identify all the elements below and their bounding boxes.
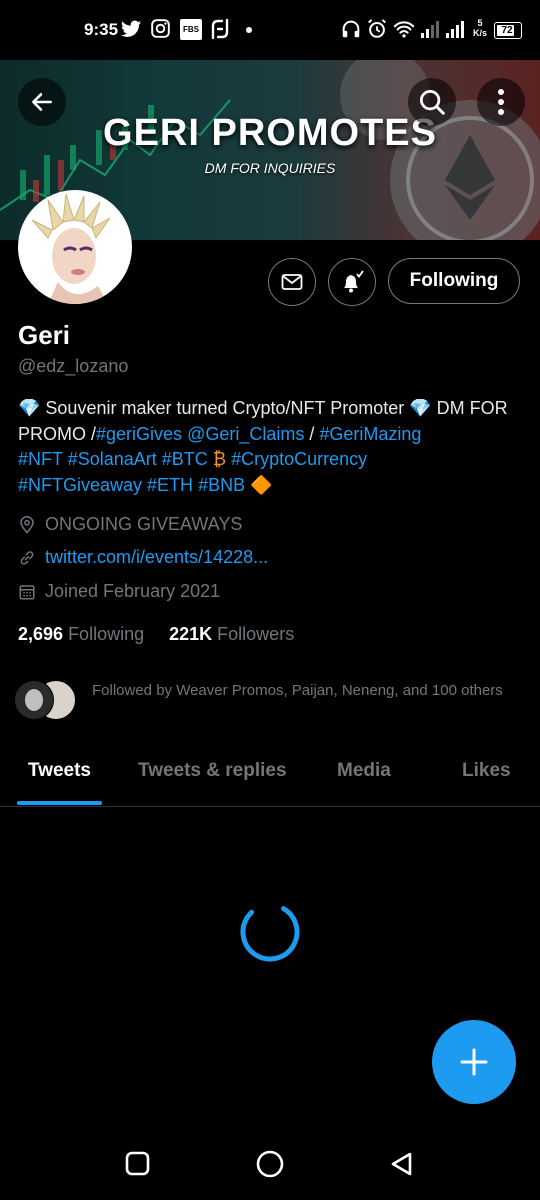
home-icon[interactable] [255,1149,285,1179]
bio-text: ₿ [207,449,232,469]
calendar-icon [19,584,35,599]
follow-counts: 2,696 Following 221K Followers [18,624,294,645]
notifications-button[interactable] [328,258,376,306]
recent-apps-icon[interactable] [124,1150,152,1178]
wifi-icon [393,21,415,38]
battery-level: 72 [501,25,513,36]
search-icon [420,90,445,115]
system-navigation-bar [0,1120,540,1200]
following-count: 2,696 [18,624,64,644]
following-label: Following [68,624,145,644]
signal-icon-1 [421,21,439,38]
battery-icon: 72 [494,22,522,39]
active-tab-indicator [17,801,102,805]
back-arrow-icon [32,93,52,111]
followers-label: Followers [217,624,295,644]
back-button[interactable] [18,78,66,126]
bio-hashtag-link[interactable]: #CryptoCurrency [231,449,367,469]
bio-text: 🔶 [245,474,273,495]
bio-hashtag-link[interactable]: #geriGives [96,424,182,444]
bell-subscribed-icon [344,270,364,293]
more-vertical-icon [498,89,504,115]
notification-dot-icon [246,27,252,33]
profile-bio: 💎 Souvenir maker turned Crypto/NFT Promo… [18,396,523,498]
back-nav-icon[interactable] [388,1150,416,1178]
plus-icon [460,1048,488,1076]
bio-hashtag-link[interactable]: #SolanaArt [68,449,157,469]
followed-by-text[interactable]: Followed by Weaver Promos, Paijan, Nenen… [92,680,512,702]
followers-count: 221K [169,624,213,644]
tab-likes[interactable]: Likes [462,760,511,782]
headphones-icon [342,20,360,38]
joined-text: Joined February 2021 [45,581,221,601]
search-button[interactable] [408,78,456,126]
following-link[interactable]: 2,696 Following [18,624,144,644]
tab-tweets[interactable]: Tweets [28,760,91,782]
network-speed: 5 K/s [472,18,487,38]
bio-hashtag-link[interactable]: #BTC [162,449,208,469]
link-icon [20,550,34,565]
tab-tweets-replies[interactable]: Tweets & replies [138,760,287,782]
instagram-icon [151,19,170,38]
status-time: 9:35 [84,20,119,39]
tab-media[interactable]: Media [337,760,391,782]
compose-tweet-button[interactable] [432,1020,516,1104]
location-row: ONGOING GIVEAWAYS [18,514,242,535]
bio-hashtag-link[interactable]: #BNB [198,475,245,495]
followers-link[interactable]: 221K Followers [169,624,294,644]
banner-subtitle: DM FOR INQUIRIES [204,160,336,176]
website-row: twitter.com/i/events/14228... [18,547,268,568]
bio-mention-link[interactable]: @Geri_Claims [187,424,304,444]
location-pin-icon [20,515,34,534]
bio-hashtag-link[interactable]: #GeriMazing [319,424,421,444]
more-options-button[interactable] [477,78,525,126]
twitter-icon [120,20,142,37]
tabs-divider [0,806,540,807]
fbs-icon: FBS [180,19,202,40]
app-icon [211,18,229,40]
avatar-portrait [18,190,132,304]
mutual-followers-avatars[interactable] [14,680,86,720]
bio-hashtag-link[interactable]: #NFT [18,449,63,469]
user-handle: @edz_lozano [18,356,129,376]
status-bar: 9:35 FBS 5 K/s 72 [0,0,540,60]
signal-icon-2 [446,21,464,38]
loading-spinner-icon [240,902,300,962]
message-button[interactable] [268,258,316,306]
display-name: Geri [18,320,71,350]
mutual-avatar [14,680,54,720]
banner-title: GERI PROMOTES [103,112,437,154]
joined-row: Joined February 2021 [18,581,220,602]
avatar[interactable] [18,190,132,304]
following-button[interactable]: Following [388,258,520,304]
alarm-icon [368,19,386,38]
website-link[interactable]: twitter.com/i/events/14228... [45,547,268,568]
location-text: ONGOING GIVEAWAYS [45,514,243,534]
bio-hashtag-link[interactable]: #ETH [147,475,193,495]
mail-icon [281,274,303,290]
bio-hashtag-link[interactable]: #NFTGiveaway [18,475,142,495]
bio-text: / [304,423,320,444]
